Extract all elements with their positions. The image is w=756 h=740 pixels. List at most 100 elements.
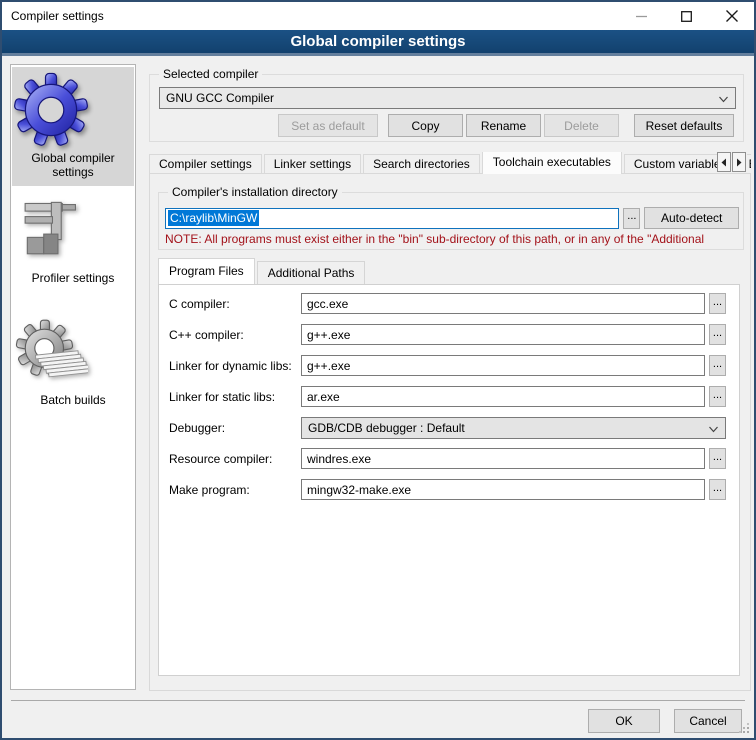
compiler-buttons-row: Set as default Copy Rename Delete Reset … bbox=[159, 114, 734, 137]
c-compiler-input[interactable] bbox=[301, 293, 705, 314]
dynamic-linker-label: Linker for dynamic libs: bbox=[169, 359, 292, 373]
tab-linker-settings[interactable]: Linker settings bbox=[264, 154, 361, 174]
copy-button[interactable]: Copy bbox=[388, 114, 463, 137]
auto-detect-label: Auto-detect bbox=[661, 211, 722, 225]
caliper-icon bbox=[12, 197, 134, 269]
sidebar-item-label: Batch builds bbox=[12, 391, 134, 407]
close-button[interactable] bbox=[709, 2, 754, 30]
make-program-input[interactable] bbox=[301, 479, 705, 500]
tab-label: Custom variables bbox=[634, 157, 727, 171]
debugger-select[interactable]: GDB/CDB debugger : Default bbox=[301, 417, 726, 439]
sidebar-item-label: Global compiler settings bbox=[12, 149, 134, 179]
delete-button[interactable]: Delete bbox=[544, 114, 619, 137]
tab-toolchain-executables[interactable]: Toolchain executables bbox=[482, 152, 622, 174]
set-as-default-button[interactable]: Set as default bbox=[278, 114, 378, 137]
toolchain-executables-page: Compiler's installation directory C:\ray… bbox=[149, 173, 751, 691]
reset-defaults-button[interactable]: Reset defaults bbox=[634, 114, 734, 137]
maximize-button[interactable] bbox=[664, 2, 709, 30]
tab-compiler-settings[interactable]: Compiler settings bbox=[149, 154, 262, 174]
arrow-left-icon bbox=[720, 158, 728, 167]
make-program-label: Make program: bbox=[169, 483, 250, 497]
main-tabstrip: Compiler settings Linker settings Search… bbox=[149, 152, 751, 174]
make-program-row: Make program: ... bbox=[159, 479, 739, 501]
page-title: Global compiler settings bbox=[290, 33, 465, 50]
cpp-compiler-row: C++ compiler: ... bbox=[159, 324, 739, 346]
c-compiler-browse-button[interactable]: ... bbox=[709, 293, 726, 314]
installation-directory-input[interactable]: C:\raylib\MinGW bbox=[165, 208, 619, 229]
static-linker-row: Linker for static libs: ... bbox=[159, 386, 739, 408]
sidebar-item-global-compiler-settings[interactable]: Global compiler settings bbox=[12, 67, 134, 186]
dynamic-linker-browse-button[interactable]: ... bbox=[709, 355, 726, 376]
ok-label: OK bbox=[615, 714, 632, 728]
dialog-header: Global compiler settings bbox=[2, 30, 754, 56]
ellipsis-icon: ... bbox=[713, 296, 722, 308]
resource-compiler-label: Resource compiler: bbox=[169, 452, 272, 466]
sidebar-item-profiler-settings[interactable]: Profiler settings bbox=[12, 193, 134, 299]
compiler-select[interactable]: GNU GCC Compiler bbox=[159, 87, 736, 109]
tab-scroll-arrows bbox=[717, 152, 747, 173]
static-linker-browse-button[interactable]: ... bbox=[709, 386, 726, 407]
auto-detect-button[interactable]: Auto-detect bbox=[644, 207, 739, 229]
set-as-default-label: Set as default bbox=[291, 119, 364, 133]
dynamic-linker-row: Linker for dynamic libs: ... bbox=[159, 355, 739, 377]
static-linker-input[interactable] bbox=[301, 386, 705, 407]
c-compiler-label: C compiler: bbox=[169, 297, 230, 311]
tab-label: Build options bbox=[749, 157, 751, 171]
tab-label: Compiler settings bbox=[159, 157, 252, 171]
resize-grip[interactable] bbox=[747, 731, 749, 733]
delete-label: Delete bbox=[564, 119, 599, 133]
tab-search-directories[interactable]: Search directories bbox=[363, 154, 480, 174]
window-title: Compiler settings bbox=[2, 9, 104, 23]
subtab-additional-paths[interactable]: Additional Paths bbox=[257, 261, 366, 284]
minimize-icon bbox=[636, 11, 647, 22]
sidebar-item-label: Profiler settings bbox=[12, 269, 134, 285]
tab-scroll-left-button[interactable] bbox=[717, 152, 731, 172]
c-compiler-row: C compiler: ... bbox=[159, 293, 739, 315]
cancel-button[interactable]: Cancel bbox=[674, 709, 742, 733]
debugger-row: Debugger: GDB/CDB debugger : Default bbox=[159, 417, 739, 439]
ok-button[interactable]: OK bbox=[588, 709, 660, 733]
footer-separator bbox=[11, 700, 745, 701]
chevron-down-icon bbox=[719, 96, 727, 104]
resource-compiler-input[interactable] bbox=[301, 448, 705, 469]
copy-label: Copy bbox=[411, 119, 439, 133]
tab-label: Search directories bbox=[373, 157, 470, 171]
installation-directory-browse-button[interactable]: ... bbox=[623, 208, 640, 229]
subtab-program-files[interactable]: Program Files bbox=[158, 258, 255, 284]
chevron-down-icon bbox=[709, 426, 717, 434]
installation-directory-value: C:\raylib\MinGW bbox=[168, 210, 259, 226]
rename-button[interactable]: Rename bbox=[466, 114, 541, 137]
debugger-select-value: GDB/CDB debugger : Default bbox=[308, 421, 465, 435]
note-text: NOTE: All programs must exist either in … bbox=[165, 232, 704, 246]
static-linker-label: Linker for static libs: bbox=[169, 390, 275, 404]
ellipsis-icon: ... bbox=[713, 389, 722, 401]
tab-scroll-right-button[interactable] bbox=[732, 152, 746, 172]
ellipsis-icon: ... bbox=[713, 327, 722, 339]
cpp-compiler-input[interactable] bbox=[301, 324, 705, 345]
ellipsis-icon: ... bbox=[627, 210, 636, 222]
selected-compiler-group: Selected compiler GNU GCC Compiler Set a… bbox=[149, 74, 744, 142]
subtab-label: Program Files bbox=[169, 264, 244, 278]
subtab-label: Additional Paths bbox=[268, 266, 355, 280]
blue-gear-icon bbox=[12, 71, 134, 149]
tab-label: Toolchain executables bbox=[493, 155, 611, 169]
program-files-panel: C compiler: ... C++ compiler: ... Linker… bbox=[158, 284, 740, 676]
sub-tabstrip: Program Files Additional Paths bbox=[158, 258, 367, 284]
resource-compiler-browse-button[interactable]: ... bbox=[709, 448, 726, 469]
compiler-select-value: GNU GCC Compiler bbox=[166, 91, 274, 105]
gray-gear-stack-icon bbox=[12, 319, 134, 391]
window-controls bbox=[619, 2, 754, 30]
maximize-icon bbox=[681, 11, 692, 22]
tab-label: Linker settings bbox=[274, 157, 351, 171]
debugger-label: Debugger: bbox=[169, 421, 225, 435]
sidebar: Global compiler settings Profiler settin… bbox=[10, 64, 136, 690]
dynamic-linker-input[interactable] bbox=[301, 355, 705, 376]
titlebar: Compiler settings bbox=[2, 2, 754, 30]
compiler-settings-dialog: Compiler settings Global compiler settin… bbox=[0, 0, 756, 740]
sidebar-item-batch-builds[interactable]: Batch builds bbox=[12, 315, 134, 421]
ellipsis-icon: ... bbox=[713, 358, 722, 370]
make-program-browse-button[interactable]: ... bbox=[709, 479, 726, 500]
cpp-compiler-browse-button[interactable]: ... bbox=[709, 324, 726, 345]
minimize-button[interactable] bbox=[619, 2, 664, 30]
installation-directory-row: C:\raylib\MinGW ... Auto-detect bbox=[165, 207, 739, 229]
